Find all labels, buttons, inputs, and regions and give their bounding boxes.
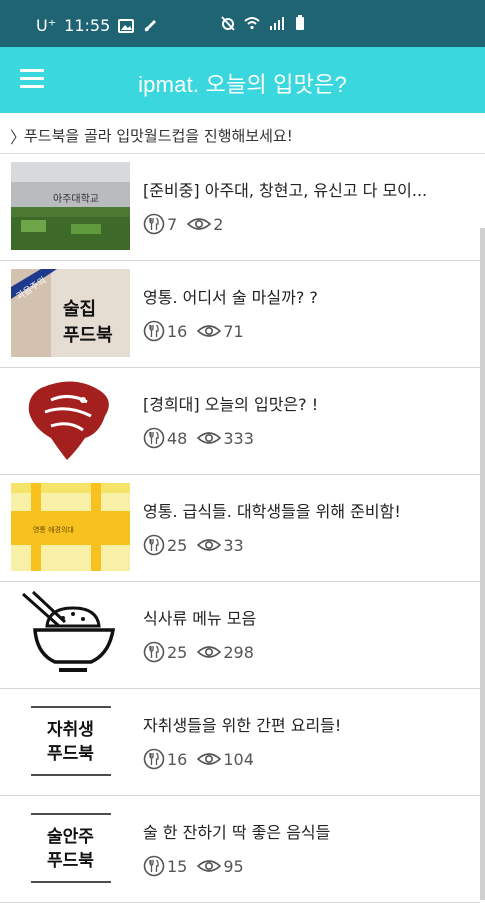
svg-text:푸드북: 푸드북 <box>47 744 94 764</box>
eye-icon <box>197 646 222 658</box>
eye-icon <box>197 539 222 551</box>
foodbook-thumbnail <box>11 376 130 464</box>
foodbook-name: 식사류 메뉴 모음 <box>143 609 257 628</box>
status-bar: U⁺ 11:55 <box>0 0 485 47</box>
foodbook-thumbnail: 영통 애경의대 <box>11 483 130 571</box>
views-count: 71 <box>223 321 244 341</box>
foodbook-name: 영통. 급식들. 대학생들을 위해 준비함! <box>143 502 401 521</box>
foodbook-item[interactable]: 술안주 푸드북 술 한 잔하기 딱 좋은 음식들 15 95 <box>0 796 480 903</box>
svg-text:술집: 술집 <box>63 299 96 320</box>
thumbnail-caption-text: 영통 애경의대 <box>33 525 74 534</box>
views-count: 298 <box>223 642 254 662</box>
gallery-icon <box>118 18 135 33</box>
foodbook-list: 아주대학교 [준비중] 아주대, 창현고, 유신고 다 모이... 7 2 과음… <box>0 154 480 903</box>
clock: 11:55 <box>64 16 111 35</box>
foodbook-stats: 7 2 <box>143 213 233 235</box>
eye-icon <box>197 325 222 337</box>
foodbook-stats: 48 333 <box>143 427 264 449</box>
foodbook-item[interactable]: [경희대] 오늘의 입맛은? ! 48 333 <box>0 368 480 475</box>
foodbook-name: [경희대] 오늘의 입맛은? ! <box>143 395 319 414</box>
svg-text:술안주: 술안주 <box>47 827 94 847</box>
signal-icon <box>270 17 284 30</box>
foodbook-thumbnail: 술안주 푸드북 <box>11 804 130 892</box>
scrollbar[interactable] <box>480 228 485 900</box>
battery-icon <box>296 15 304 30</box>
hint-text: 푸드북을 골라 입맛월드컵을 진행해보세요! <box>24 127 293 145</box>
foodbook-stats: 16 104 <box>143 748 264 770</box>
foodbook-name: [준비중] 아주대, 창현고, 유신고 다 모이... <box>143 181 428 200</box>
likes-count: 15 <box>167 856 188 876</box>
foodbook-name: 영통. 어디서 술 마실까? ? <box>143 288 318 307</box>
foodbook-item[interactable]: 아주대학교 [준비중] 아주대, 창현고, 유신고 다 모이... 7 2 <box>0 154 480 261</box>
fork-knife-icon <box>143 748 165 770</box>
foodbook-item[interactable]: 영통 애경의대 영통. 급식들. 대학생들을 위해 준비함! 25 33 <box>0 475 480 582</box>
likes-count: 25 <box>167 535 188 555</box>
thumbnail-sign-text: 아주대학교 <box>53 193 99 205</box>
carrier-label: U⁺ <box>36 16 57 35</box>
svg-text:푸드북: 푸드북 <box>63 325 113 346</box>
foodbook-stats: 15 95 <box>143 855 254 877</box>
fork-knife-icon <box>143 320 165 342</box>
foodbook-item[interactable]: 식사류 메뉴 모음 25 298 <box>0 582 480 689</box>
likes-count: 16 <box>167 321 188 341</box>
foodbook-stats: 25 33 <box>143 534 254 556</box>
foodbook-thumbnail <box>11 590 130 678</box>
app-bar: ipmat. 오늘의 입맛은? <box>0 47 485 113</box>
svg-text:자취생: 자취생 <box>47 719 94 740</box>
likes-count: 16 <box>167 749 188 769</box>
fork-knife-icon <box>143 641 165 663</box>
wifi-icon <box>244 17 260 30</box>
foodbook-thumbnail: 아주대학교 <box>11 162 130 250</box>
likes-count: 48 <box>167 428 188 448</box>
views-count: 95 <box>223 856 244 876</box>
fork-knife-icon <box>143 427 165 449</box>
views-count: 104 <box>223 749 254 769</box>
foodbook-thumbnail: 자취생 푸드북 <box>11 697 130 785</box>
foodbook-name: 술 한 잔하기 딱 좋은 음식들 <box>143 823 331 842</box>
brush-icon <box>145 19 157 31</box>
foodbook-name: 자취생들을 위한 간편 요리들! <box>143 716 342 735</box>
eye-icon <box>197 860 222 872</box>
views-count: 2 <box>213 214 224 234</box>
hint-bar: 〉 푸드북을 골라 입맛월드컵을 진행해보세요! <box>0 113 485 154</box>
svg-text:푸드북: 푸드북 <box>47 851 94 871</box>
foodbook-item[interactable]: 과음주의 술집 푸드북 영통. 어디서 술 마실까? ? 16 71 <box>0 261 480 368</box>
fork-knife-icon <box>143 855 165 877</box>
fork-knife-icon <box>143 534 165 556</box>
foodbook-stats: 25 298 <box>143 641 264 663</box>
foodbook-item[interactable]: 자취생 푸드북 자취생들을 위한 간편 요리들! 16 104 <box>0 689 480 796</box>
likes-count: 25 <box>167 642 188 662</box>
foodbook-stats: 16 71 <box>143 320 254 342</box>
eye-icon <box>197 753 222 765</box>
app-title: ipmat. 오늘의 입맛은? <box>138 72 347 97</box>
foodbook-thumbnail: 과음주의 술집 푸드북 <box>11 269 130 357</box>
views-count: 33 <box>223 535 244 555</box>
eye-icon <box>187 218 212 230</box>
eye-icon <box>197 432 222 444</box>
fork-knife-icon <box>143 213 165 235</box>
likes-count: 7 <box>167 214 178 234</box>
alarm-mute-icon <box>221 16 235 31</box>
views-count: 333 <box>223 428 254 448</box>
